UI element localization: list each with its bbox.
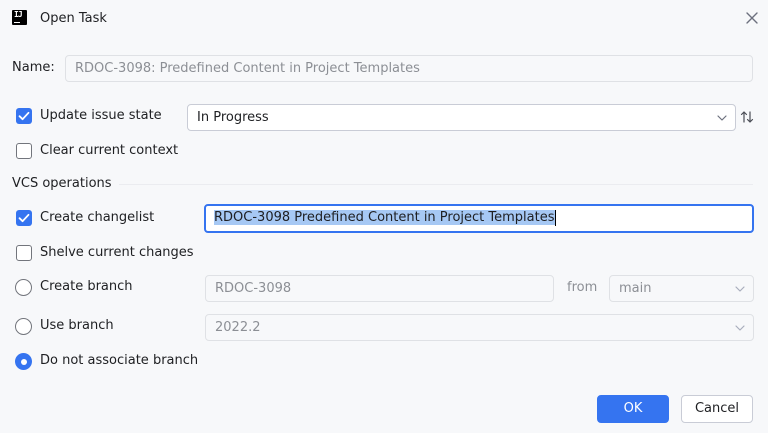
create-branch-label[interactable]: Create branch	[40, 278, 133, 296]
changelist-name-text: RDOC-3098 Predefined Content in Project …	[214, 210, 555, 225]
window-title: Open Task	[40, 11, 107, 26]
use-branch-label[interactable]: Use branch	[40, 317, 114, 335]
chevron-down-icon	[735, 325, 745, 331]
name-field[interactable]: RDOC-3098: Predefined Content in Project…	[65, 55, 753, 82]
from-label: from	[567, 280, 598, 295]
use-branch-select[interactable]: 2022.2	[205, 314, 754, 341]
radio-dot	[20, 358, 27, 365]
checkmark-icon	[18, 213, 30, 223]
checkmark-icon	[18, 111, 30, 121]
use-branch-radio[interactable]	[15, 318, 32, 335]
create-changelist-checkbox[interactable]	[16, 210, 32, 226]
issue-state-select[interactable]: In Progress	[187, 104, 736, 131]
name-label: Name:	[12, 60, 55, 75]
from-branch-select[interactable]: main	[609, 275, 754, 302]
update-state-checkbox[interactable]	[16, 108, 32, 124]
branch-name-field[interactable]: RDOC-3098	[205, 275, 554, 302]
clear-context-checkbox[interactable]	[16, 143, 32, 159]
chevron-down-icon	[735, 286, 745, 292]
text-caret	[554, 210, 556, 226]
from-branch-value: main	[619, 281, 652, 296]
shelve-changes-label[interactable]: Shelve current changes	[40, 244, 194, 262]
issue-state-value: In Progress	[197, 110, 269, 125]
ok-button[interactable]: OK	[597, 395, 669, 423]
chevron-down-icon	[717, 115, 727, 121]
no-branch-radio[interactable]	[15, 353, 32, 370]
app-icon: IJ	[12, 10, 27, 25]
shelve-changes-checkbox[interactable]	[16, 245, 32, 261]
no-branch-label[interactable]: Do not associate branch	[40, 352, 198, 370]
changelist-name-input[interactable]: RDOC-3098 Predefined Content in Project …	[204, 204, 754, 233]
create-branch-radio[interactable]	[15, 279, 32, 296]
vcs-section-title: VCS operations	[12, 176, 112, 191]
section-divider	[119, 184, 753, 185]
clear-context-label[interactable]: Clear current context	[40, 142, 178, 160]
sort-arrows-icon[interactable]	[740, 110, 754, 124]
update-state-label[interactable]: Update issue state	[40, 107, 162, 125]
close-icon[interactable]	[743, 9, 761, 27]
cancel-button[interactable]: Cancel	[681, 395, 753, 423]
use-branch-value: 2022.2	[215, 320, 261, 335]
create-changelist-label[interactable]: Create changelist	[40, 209, 154, 227]
